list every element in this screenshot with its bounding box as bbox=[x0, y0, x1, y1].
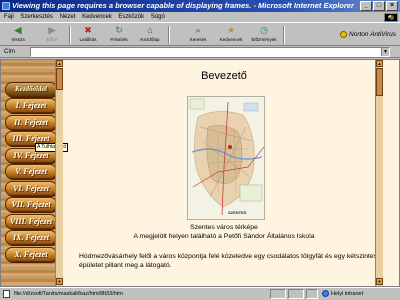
windows-logo-icon bbox=[384, 13, 398, 22]
close-button[interactable]: × bbox=[386, 1, 398, 11]
star-icon: ★ bbox=[226, 25, 236, 35]
minimize-button[interactable]: _ bbox=[360, 1, 372, 11]
address-label: Cím bbox=[4, 49, 15, 55]
nav-home[interactable]: Kezdőoldal bbox=[5, 82, 57, 97]
nav-chapter-8[interactable]: VIII. Fejezet bbox=[5, 214, 57, 229]
map-label: SZENTES bbox=[228, 210, 247, 215]
menu-help[interactable]: Súgó bbox=[151, 12, 165, 22]
page-icon bbox=[3, 290, 10, 298]
school-caption: A megjelölt helyen található a Petőfi Sá… bbox=[133, 233, 315, 240]
security-zone: Helyi intranet bbox=[322, 289, 363, 300]
norton-icon bbox=[340, 31, 348, 38]
toolbar-separator bbox=[283, 26, 285, 44]
city-map-image: SZENTES bbox=[187, 96, 265, 220]
scroll-up-icon[interactable]: ▲ bbox=[56, 60, 63, 67]
intro-paragraph: Hódmezővásárhely felől a város központja… bbox=[79, 253, 378, 269]
back-arrow-icon: ◀ bbox=[14, 25, 22, 35]
navigation-frame: Kezdőoldal I. Fejezet II. Fejezet III. F… bbox=[1, 60, 69, 286]
nav-chapter-1[interactable]: I. Fejezet bbox=[5, 98, 57, 113]
page-title: Bevezető bbox=[201, 70, 247, 82]
search-button[interactable]: ⌕ Keresés bbox=[182, 25, 214, 46]
nav-chapter-9[interactable]: IX. Fejezet bbox=[5, 230, 57, 245]
scroll-up-icon[interactable]: ▲ bbox=[376, 60, 383, 67]
stop-icon: ✖ bbox=[84, 25, 92, 35]
menu-favorites[interactable]: Kedvencek bbox=[82, 12, 112, 22]
back-button[interactable]: ◀ Vissza bbox=[2, 25, 34, 46]
status-cell bbox=[288, 289, 304, 299]
favorites-button[interactable]: ★ Kedvencek bbox=[215, 25, 247, 46]
address-bar: Cím ▼ bbox=[0, 46, 400, 58]
scroll-thumb[interactable] bbox=[376, 68, 383, 96]
map-caption: Szentes város térképe bbox=[190, 224, 258, 231]
norton-antivirus-button[interactable]: Norton AntiVirus bbox=[340, 31, 396, 38]
intranet-icon bbox=[322, 290, 329, 298]
menu-tools[interactable]: Eszközök bbox=[118, 12, 144, 22]
status-cell bbox=[270, 289, 286, 299]
nav-chapter-6[interactable]: VI. Fejezet bbox=[5, 181, 57, 196]
refresh-button[interactable]: ↻ Frissítés bbox=[103, 25, 135, 46]
toolbar: ◀ Vissza ▶ Előre ✖ Leállítás ↻ Frissítés… bbox=[0, 22, 400, 46]
history-icon: ◷ bbox=[260, 25, 268, 35]
scroll-down-icon[interactable]: ▼ bbox=[376, 278, 383, 285]
maximize-button[interactable]: □ bbox=[373, 1, 385, 11]
status-bar: file://d/zsofi/Tanits/maskalt/kaz/htm/l8… bbox=[0, 287, 400, 300]
scroll-down-icon[interactable]: ▼ bbox=[56, 278, 63, 285]
status-text: file://d/zsofi/Tanits/maskalt/kaz/htm/l8… bbox=[14, 291, 123, 297]
toolbar-separator bbox=[69, 26, 71, 44]
tooltip: A Tulhtajsikló bbox=[35, 143, 69, 152]
history-button[interactable]: ◷ Előzmények bbox=[248, 25, 280, 46]
window-title: Viewing this page requires a browser cap… bbox=[12, 1, 354, 10]
page-content: Kezdőoldal I. Fejezet II. Fejezet III. F… bbox=[0, 59, 400, 287]
main-scrollbar[interactable]: ▲ ▼ bbox=[375, 60, 383, 286]
map-graphic bbox=[188, 97, 264, 219]
nav-chapter-5[interactable]: V. Fejezet bbox=[5, 164, 57, 179]
home-icon: ⌂ bbox=[147, 25, 153, 35]
nav-chapter-7[interactable]: VII. Fejezet bbox=[5, 197, 57, 212]
menu-view[interactable]: Nézet bbox=[60, 12, 76, 22]
forward-arrow-icon: ▶ bbox=[48, 25, 56, 35]
address-dropdown-icon[interactable]: ▼ bbox=[381, 48, 389, 56]
main-frame: Bevezető SZENTES Szentes város térképe A… bbox=[65, 60, 383, 286]
forward-button[interactable]: ▶ Előre bbox=[36, 25, 68, 46]
window-controls: _ □ × bbox=[360, 1, 398, 11]
address-input[interactable]: ▼ bbox=[30, 47, 390, 57]
ie-logo-icon bbox=[2, 2, 10, 10]
menu-edit[interactable]: Szerkesztés bbox=[20, 12, 53, 22]
browser-window: Viewing this page requires a browser cap… bbox=[0, 0, 400, 300]
scroll-thumb[interactable] bbox=[56, 68, 63, 90]
refresh-icon: ↻ bbox=[115, 25, 123, 35]
stop-button[interactable]: ✖ Leállítás bbox=[72, 25, 104, 46]
menu-file[interactable]: Fájl bbox=[4, 12, 14, 22]
menu-bar: Fájl Szerkesztés Nézet Kedvencek Eszközö… bbox=[0, 12, 400, 22]
search-icon: ⌕ bbox=[195, 25, 201, 35]
toolbar-separator bbox=[168, 26, 170, 44]
title-bar: Viewing this page requires a browser cap… bbox=[0, 0, 400, 12]
status-cell bbox=[306, 289, 318, 299]
nav-scrollbar[interactable]: ▲ ▼ bbox=[55, 60, 63, 286]
nav-chapter-2[interactable]: II. Fejezet bbox=[5, 115, 57, 130]
home-button[interactable]: ⌂ Kezdőlap bbox=[134, 25, 166, 46]
nav-chapter-10[interactable]: X. Fejezet bbox=[5, 247, 57, 262]
